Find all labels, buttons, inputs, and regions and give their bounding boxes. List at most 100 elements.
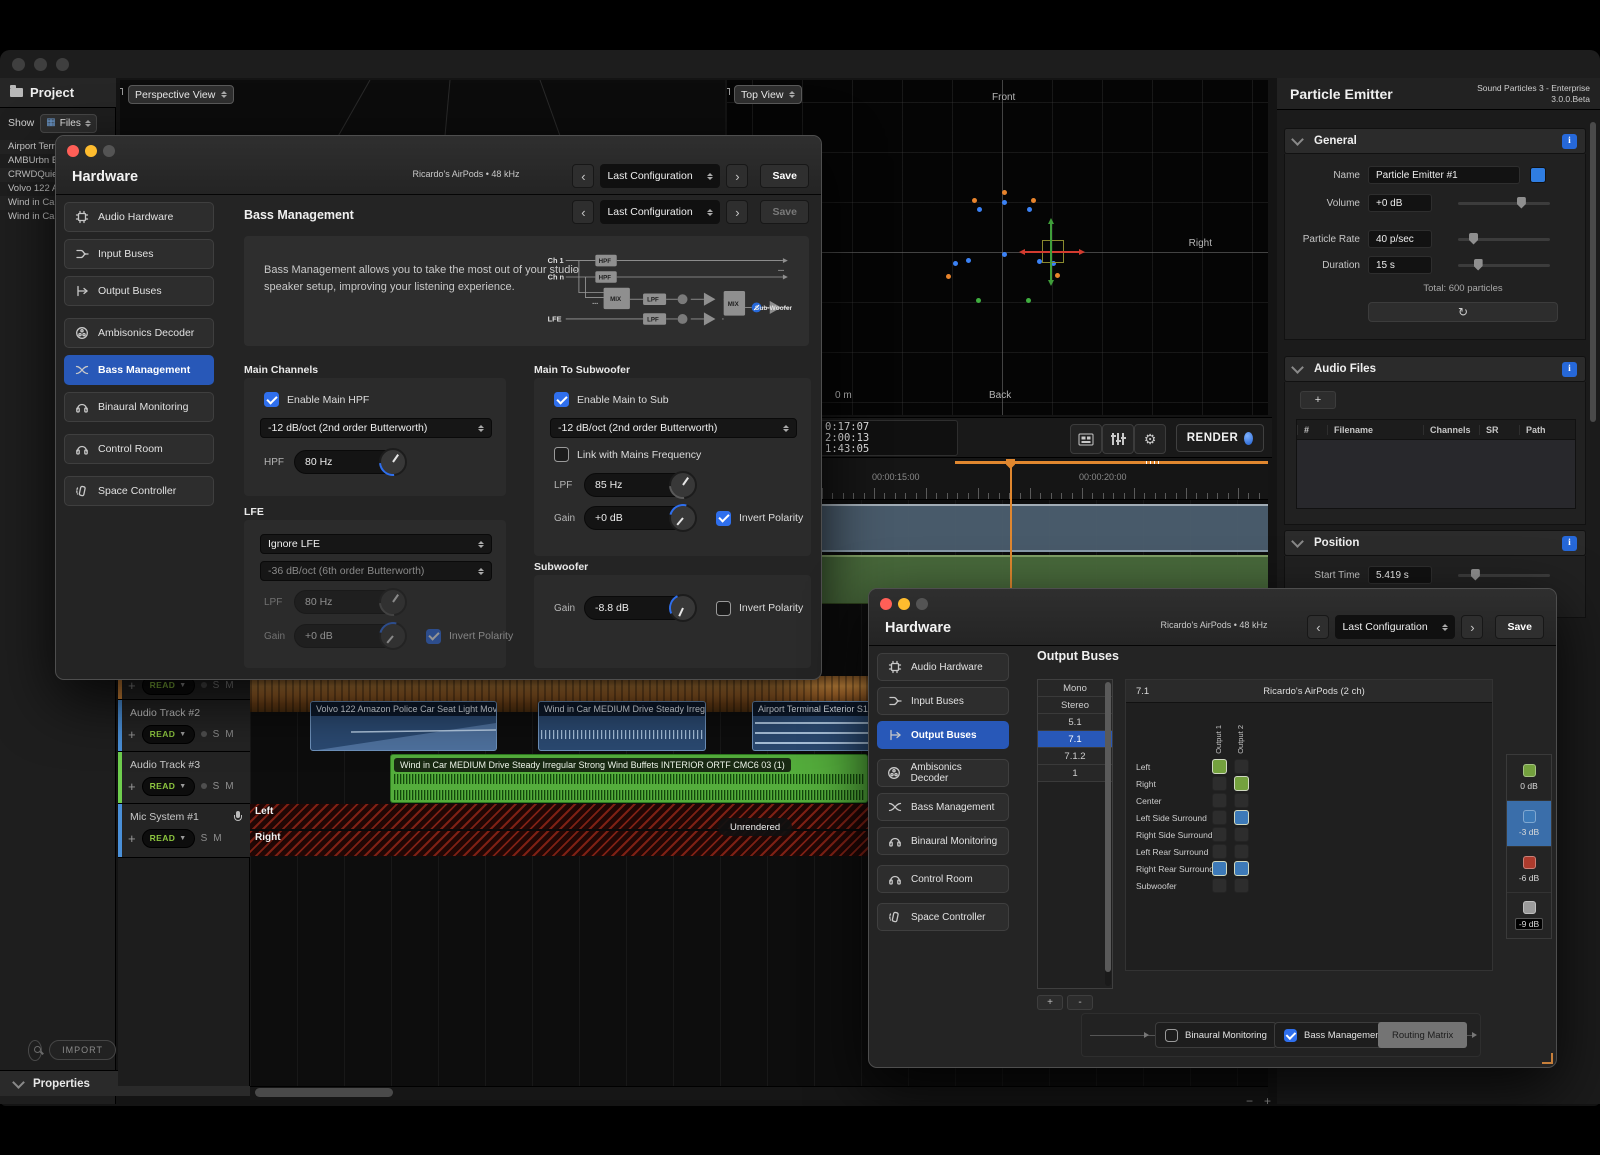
sidebar-item-binaural-monitoring[interactable]: Binaural Monitoring [877, 827, 1009, 855]
slider-thumb[interactable] [1469, 233, 1478, 245]
sidebar-item-space-controller[interactable]: Space Controller [64, 476, 214, 506]
add-automation-icon[interactable]: + [128, 728, 136, 741]
loop-region-handle[interactable] [1146, 461, 1162, 464]
prev-config-button[interactable]: ‹ [572, 200, 594, 224]
import-button[interactable]: IMPORT [49, 1040, 116, 1060]
duration-slider[interactable] [1458, 264, 1550, 267]
track-name[interactable]: Mic System #1 [130, 811, 199, 823]
hpf-frequency-knob[interactable] [379, 448, 407, 476]
mute-button[interactable]: M [213, 833, 221, 844]
volume-slider[interactable] [1458, 202, 1550, 205]
search-icon[interactable] [28, 1040, 42, 1061]
add-bus-button[interactable]: + [1037, 995, 1063, 1010]
sidebar-item-binaural-monitoring[interactable]: Binaural Monitoring [64, 392, 214, 422]
sidebar-item-output-buses[interactable]: Output Buses [64, 276, 214, 306]
bus-item-mono[interactable]: Mono [1038, 680, 1112, 697]
next-config-button[interactable]: › [1461, 615, 1483, 639]
audio-files-table[interactable]: #FilenameChannelsSRPath [1296, 419, 1576, 509]
sub-lpf-knob[interactable] [669, 471, 697, 499]
gizmo-x-axis[interactable] [1024, 251, 1080, 253]
matrix-cell[interactable] [1234, 759, 1249, 774]
matrix-cell[interactable] [1234, 844, 1249, 859]
save-button[interactable]: Save [760, 164, 809, 188]
sidebar-item-audio-hardware[interactable]: Audio Hardware [877, 653, 1009, 681]
matrix-cell[interactable] [1212, 861, 1227, 876]
sidebar-item-input-buses[interactable]: Input Buses [64, 239, 214, 269]
sub-lpf-field[interactable]: 85 Hz [584, 473, 694, 497]
lfe-invert-polarity-checkbox[interactable] [426, 629, 441, 644]
track-header-mic[interactable]: Mic System #1 + READ▼ S M [118, 804, 250, 858]
add-automation-icon[interactable]: + [128, 780, 136, 793]
legend-item--9-db[interactable]: -9 dB [1507, 893, 1551, 938]
dialog-header[interactable]: Hardware Ricardo's AirPods • 48 kHz ‹ La… [869, 589, 1556, 646]
binaural-monitoring-checkbox[interactable] [1165, 1029, 1178, 1042]
track-name[interactable]: Audio Track #2 [130, 707, 200, 719]
zoom-button[interactable] [916, 598, 928, 610]
matrix-cell[interactable] [1212, 810, 1227, 825]
clip-airport[interactable]: Airport Terminal Exterior S15 000... [752, 701, 870, 751]
matrix-cell[interactable] [1212, 878, 1227, 893]
track-header-3[interactable]: Audio Track #3 + READ▼ S M [118, 752, 250, 804]
matrix-cell[interactable] [1212, 793, 1227, 808]
bus-item-1[interactable]: 1 [1038, 765, 1112, 782]
minimize-button[interactable] [85, 145, 97, 157]
rate-slider[interactable] [1458, 238, 1550, 241]
prev-config-button[interactable]: ‹ [572, 164, 594, 188]
lfe-filter-dropdown[interactable]: -36 dB/oct (6th order Butterworth) [260, 561, 492, 581]
matrix-cell[interactable] [1234, 810, 1249, 825]
main-to-sub-filter-dropdown[interactable]: -12 dB/oct (2nd order Butterworth) [550, 418, 797, 438]
slider-thumb[interactable] [1471, 569, 1480, 581]
resize-handle[interactable] [1542, 1053, 1553, 1064]
prev-config-button[interactable]: ‹ [1307, 615, 1329, 639]
solo-button[interactable]: S [213, 680, 220, 691]
bus-item-5-1[interactable]: 5.1 [1038, 714, 1112, 731]
matrix-cell[interactable] [1234, 861, 1249, 876]
sidebar-item-bass-management[interactable]: Bass Management [877, 793, 1009, 821]
record-enable-dot[interactable] [201, 783, 207, 789]
hpf-filter-dropdown[interactable]: -12 dB/oct (2nd order Butterworth) [260, 418, 492, 438]
sidebar-item-space-controller[interactable]: Space Controller [877, 903, 1009, 931]
hpf-frequency-field[interactable]: 80 Hz [294, 450, 404, 474]
legend-item--6-db[interactable]: -6 dB [1507, 847, 1551, 893]
regenerate-button[interactable]: ↻ [1368, 302, 1558, 322]
configuration-dropdown[interactable]: Last Configuration [600, 200, 720, 224]
legend-item--3-db[interactable]: -3 dB [1507, 801, 1551, 847]
binaural-monitoring-toggle[interactable]: Binaural Monitoring [1155, 1022, 1277, 1048]
legend-item-0-db[interactable]: 0 dB [1507, 755, 1551, 801]
bass-management-toggle[interactable]: Bass Management [1274, 1022, 1393, 1048]
timecode-display[interactable]: 0:17:07 2:00:13 1:43:05 [820, 420, 958, 456]
section-audio-files-header[interactable]: Audio Files i [1284, 356, 1586, 382]
mute-button[interactable]: M [225, 729, 233, 740]
perspective-view-selector[interactable]: Perspective View [128, 85, 234, 104]
start-time-slider[interactable] [1458, 574, 1550, 577]
next-config-button[interactable]: › [726, 164, 748, 188]
sub-gain-knob[interactable] [669, 504, 697, 532]
info-icon[interactable]: i [1562, 536, 1577, 551]
volume-field[interactable]: +0 dB [1368, 194, 1432, 212]
mixer-button[interactable] [1102, 424, 1134, 454]
start-time-field[interactable]: 5.419 s [1368, 566, 1432, 584]
add-automation-icon[interactable]: + [128, 832, 136, 845]
matrix-cell[interactable] [1212, 827, 1227, 842]
bass-management-checkbox[interactable] [1284, 1029, 1297, 1042]
record-enable-dot[interactable] [201, 731, 207, 737]
duration-field[interactable]: 15 s [1368, 256, 1432, 274]
lfe-lpf-field[interactable]: 80 Hz [294, 590, 404, 614]
section-position-header[interactable]: Position i [1284, 530, 1586, 556]
files-dropdown[interactable]: ▦ Files [40, 114, 97, 133]
matrix-cell[interactable] [1234, 793, 1249, 808]
sidebar-item-audio-hardware[interactable]: Audio Hardware [64, 202, 214, 232]
matrix-cell[interactable] [1212, 844, 1227, 859]
close-button[interactable] [67, 145, 79, 157]
subwoofer-gain-knob[interactable] [669, 594, 697, 622]
zoom-in-button[interactable]: + [1264, 1094, 1271, 1108]
render-button[interactable]: RENDER [1176, 424, 1264, 452]
subwoofer-gain-field[interactable]: -8.8 dB [584, 596, 694, 620]
clip-wind-green[interactable]: Wind in Car MEDIUM Drive Steady Irregula… [390, 754, 868, 803]
horizontal-scrollbar[interactable] [250, 1086, 1268, 1100]
matrix-cell[interactable] [1234, 776, 1249, 791]
lfe-mode-dropdown[interactable]: Ignore LFE [260, 534, 492, 554]
chevron-down-icon[interactable] [1291, 133, 1304, 146]
sidebar-item-ambisonics-decoder[interactable]: Ambisonics Decoder [877, 759, 1009, 787]
add-audio-file-button[interactable]: + [1300, 391, 1336, 409]
